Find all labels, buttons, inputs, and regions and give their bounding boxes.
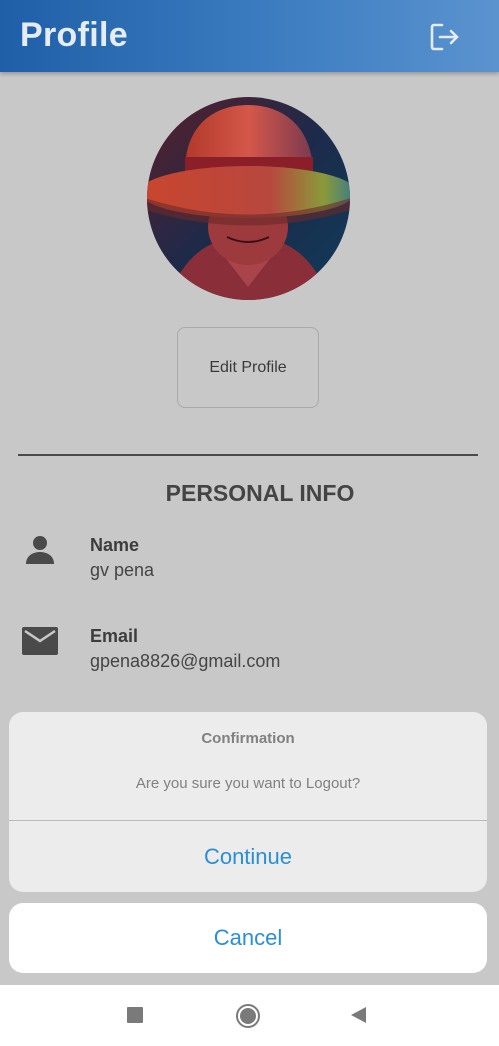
home-button[interactable]: [235, 1003, 261, 1034]
section-divider: [18, 454, 478, 456]
name-value: gv pena: [90, 560, 155, 580]
person-icon: [24, 535, 56, 570]
logout-icon: [430, 23, 459, 51]
avatar[interactable]: [147, 97, 350, 300]
cancel-button[interactable]: Cancel: [9, 903, 487, 973]
avatar-image: [147, 97, 350, 300]
circle-icon: [236, 1004, 260, 1028]
logout-confirmation-dialog: Confirmation Are you sure you want to Lo…: [9, 712, 487, 892]
square-icon: [127, 1007, 143, 1023]
section-title: PERSONAL INFO: [165, 480, 355, 506]
system-nav-bar: [0, 985, 499, 1046]
back-button[interactable]: [348, 1005, 368, 1030]
triangle-back-icon: [351, 1007, 366, 1023]
dialog-title: Confirmation: [201, 730, 295, 747]
app-bar: Profile: [0, 0, 499, 72]
page-title: Profile: [20, 16, 128, 54]
continue-button[interactable]: Continue: [9, 821, 487, 892]
mail-icon: [22, 627, 58, 660]
logout-button[interactable]: [428, 22, 462, 52]
dialog-message: Are you sure you want to Logout?: [135, 775, 361, 792]
email-value: gpena8826@gmail.com: [90, 651, 281, 671]
recents-button[interactable]: [125, 1005, 145, 1030]
email-label: Email: [90, 626, 139, 646]
edit-profile-button[interactable]: Edit Profile: [177, 327, 319, 408]
name-label: Name: [90, 535, 140, 555]
